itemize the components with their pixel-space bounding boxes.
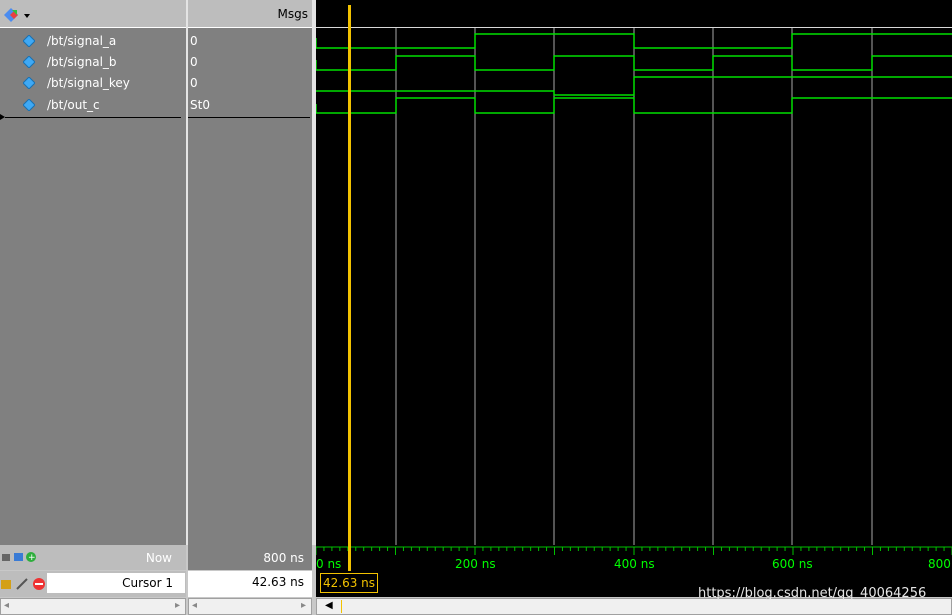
wave-add-icon[interactable] — [2, 7, 32, 23]
cursor-tools-icon[interactable] — [1, 577, 47, 591]
wave-signal-b — [316, 55, 952, 71]
scroll-left-icon[interactable]: ◀ — [325, 600, 333, 611]
wave-signal-key — [316, 76, 952, 96]
signal-row-b[interactable]: /bt/signal_b — [0, 52, 186, 73]
signal-row-a[interactable]: /bt/signal_a — [0, 31, 186, 52]
value-underline — [188, 117, 310, 118]
signal-name: /bt/signal_key — [47, 76, 130, 90]
svg-text:+: + — [28, 553, 36, 563]
signal-diamond-icon — [23, 56, 35, 68]
tick-label-0: 0 ns — [316, 557, 342, 571]
now-row: + Now — [0, 545, 186, 570]
cursor-time-text: 42.63 ns — [323, 576, 376, 590]
signal-value: 0 — [190, 76, 198, 90]
now-value-cell: 800 ns — [188, 545, 312, 570]
cursor-label: Cursor 1 — [122, 576, 173, 590]
cursor-name-box[interactable]: Cursor 1 — [47, 573, 185, 593]
now-value: 800 ns — [263, 551, 304, 565]
signal-row-out[interactable]: /bt/out_c — [0, 95, 186, 116]
messages-pane: Msgs 0 0 0 St0 — [188, 0, 312, 545]
row-marker-icon — [0, 114, 5, 120]
scroll-left-icon[interactable]: ◂ — [192, 600, 197, 611]
signal-value: 0 — [190, 34, 198, 48]
names-header — [0, 0, 186, 28]
signal-names-pane: /bt/signal_a /bt/signal_b /bt/signal_key… — [0, 0, 186, 545]
tick-label-200: 200 ns — [455, 557, 496, 571]
scroll-right-icon[interactable]: ▸ — [301, 600, 306, 611]
msgs-label: Msgs — [277, 7, 308, 21]
cursor-row: Cursor 1 — [0, 571, 186, 597]
signal-diamond-icon — [23, 35, 35, 47]
scroll-thumb[interactable] — [341, 600, 342, 613]
active-row-underline — [5, 117, 181, 118]
tick-label-600: 600 ns — [772, 557, 813, 571]
msgs-scrollbar[interactable]: ◂ ▸ — [188, 598, 312, 615]
toolbar-icons[interactable]: + — [2, 551, 42, 563]
names-scrollbar[interactable]: ◂ ▸ — [0, 598, 186, 615]
wave-signal-a — [316, 33, 952, 49]
cursor-line — [348, 5, 351, 545]
now-label: Now — [145, 551, 172, 565]
wave-out-c — [316, 97, 952, 114]
cursor-line-lower — [348, 545, 351, 571]
cursor-time-tag[interactable]: 42.63 ns — [320, 573, 379, 593]
signal-value: 0 — [190, 55, 198, 69]
signal-value: St0 — [190, 98, 210, 112]
watermark-text: https://blog.csdn.net/qq_40064256 — [698, 586, 927, 601]
signal-row-key[interactable]: /bt/signal_key — [0, 73, 186, 94]
tick-label-800: 800 — [928, 557, 951, 571]
pane-splitter[interactable] — [186, 0, 188, 615]
signal-diamond-icon — [23, 99, 35, 111]
signal-diamond-icon — [23, 77, 35, 89]
scroll-right-icon[interactable]: ▸ — [175, 600, 180, 611]
msgs-header: Msgs — [188, 0, 312, 28]
tick-label-400: 400 ns — [614, 557, 655, 571]
waveform-pane[interactable] — [316, 0, 952, 545]
cursor-value-cell: 42.63 ns — [188, 571, 312, 597]
scroll-left-icon[interactable]: ◂ — [4, 600, 9, 611]
timeline-ruler[interactable]: 0 ns 200 ns 400 ns 600 ns 800 — [316, 545, 952, 571]
signal-name: /bt/out_c — [47, 98, 100, 112]
waveform-canvas[interactable] — [316, 0, 952, 545]
signal-name: /bt/signal_a — [47, 34, 117, 48]
cursor-value: 42.63 ns — [251, 575, 304, 589]
signal-name: /bt/signal_b — [47, 55, 117, 69]
